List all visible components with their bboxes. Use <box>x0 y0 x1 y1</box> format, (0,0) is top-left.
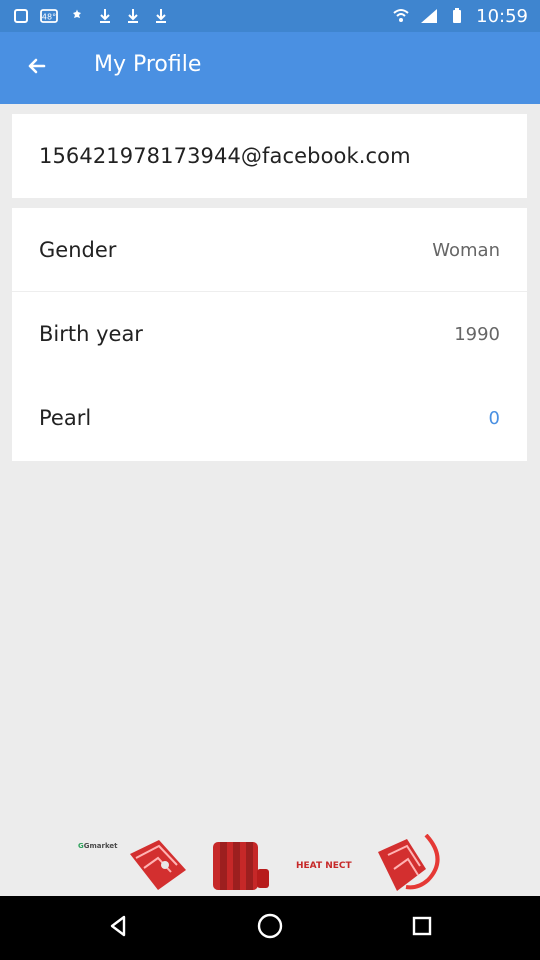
status-right-icons: 10:59 <box>392 6 528 27</box>
nav-recent-apps-icon <box>408 912 436 944</box>
back-button[interactable] <box>16 48 56 88</box>
ad-banner[interactable]: GGmarket HEAT NECT <box>0 834 540 896</box>
gender-value: Woman <box>432 240 500 261</box>
pearl-row[interactable]: Pearl 0 <box>12 376 527 460</box>
ad-logo-text: Gmarket <box>83 842 118 850</box>
ad-product-images <box>130 834 440 891</box>
birth-year-label: Birth year <box>39 322 143 346</box>
badge-48-icon: 48° <box>40 7 58 25</box>
page-title: My Profile <box>94 52 202 77</box>
status-bar: 48° 10:59 <box>0 0 540 32</box>
svg-text:48°: 48° <box>42 12 56 21</box>
screen: 48° 10:59 My Profile 156421978173944@fac… <box>0 0 540 960</box>
ad-banner-content: GGmarket HEAT NECT <box>70 834 470 896</box>
signal-icon <box>420 7 438 25</box>
pearl-label: Pearl <box>39 406 92 430</box>
status-left-icons: 48° <box>12 7 170 25</box>
status-time: 10:59 <box>476 5 528 27</box>
email-text: 156421978173944@facebook.com <box>39 144 411 168</box>
system-navigation-bar <box>0 896 540 960</box>
download-icon <box>152 7 170 25</box>
app-bar: My Profile <box>0 32 540 104</box>
battery-icon <box>448 7 466 25</box>
email-card: 156421978173944@facebook.com <box>12 114 527 198</box>
download-icon <box>96 7 114 25</box>
nav-back-button[interactable] <box>102 912 134 944</box>
birth-year-row[interactable]: Birth year 1990 <box>12 292 527 376</box>
profile-info-card: Gender Woman Birth year 1990 Pearl 0 <box>12 208 527 461</box>
ad-product-text: HEAT NECT <box>296 861 352 871</box>
download-icon <box>124 7 142 25</box>
gender-row[interactable]: Gender Woman <box>12 208 527 292</box>
nav-home-button[interactable] <box>254 912 286 944</box>
nav-home-icon <box>255 911 285 945</box>
settings-icon <box>68 7 86 25</box>
birth-year-value: 1990 <box>454 324 500 345</box>
gender-label: Gender <box>39 238 117 262</box>
pearl-value: 0 <box>488 408 500 429</box>
nav-recent-apps-button[interactable] <box>406 912 438 944</box>
notification-icon <box>12 7 30 25</box>
wifi-icon <box>392 7 410 25</box>
ad-logo: GGmarket <box>78 842 118 850</box>
arrow-back-icon <box>25 55 47 81</box>
nav-back-icon <box>104 912 132 944</box>
